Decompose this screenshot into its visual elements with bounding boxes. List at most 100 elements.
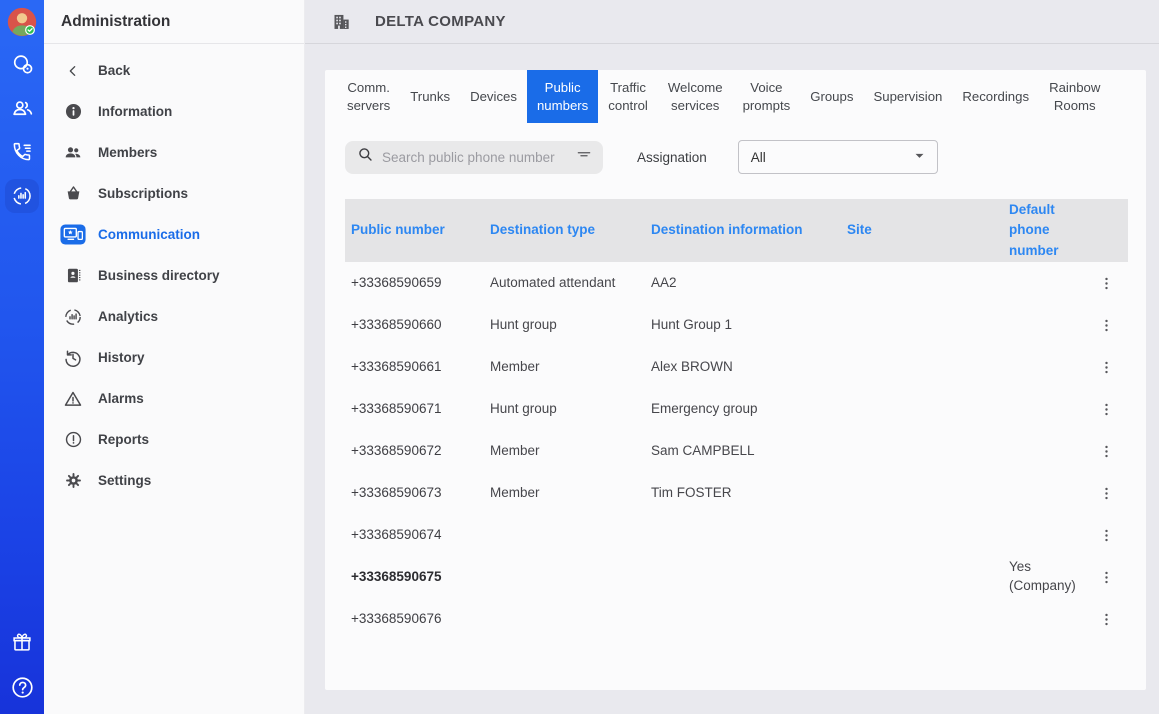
tab[interactable]: Welcome services bbox=[658, 70, 733, 123]
sidebar-item[interactable]: Back bbox=[44, 50, 304, 91]
column-header[interactable]: Default phone number bbox=[1009, 200, 1094, 261]
table-row: +33368590676 bbox=[345, 598, 1128, 640]
tab[interactable]: Comm. servers bbox=[337, 70, 400, 123]
caret-down-icon bbox=[910, 146, 929, 168]
channels-icon[interactable] bbox=[5, 179, 39, 213]
tab-label: Trunks bbox=[410, 88, 450, 105]
tab[interactable]: Supervision bbox=[863, 70, 952, 123]
subscriptions-icon bbox=[60, 184, 86, 203]
tab[interactable]: Traffic control bbox=[598, 70, 658, 123]
column-header[interactable]: Public number bbox=[351, 220, 490, 240]
row-menu-icon[interactable] bbox=[1095, 398, 1118, 421]
cell-public-number: +33368590672 bbox=[351, 442, 490, 461]
cell-public-number: +33368590660 bbox=[351, 316, 490, 335]
communication-icon bbox=[60, 224, 86, 245]
search-field[interactable] bbox=[345, 141, 603, 174]
sidebar-item-label: Information bbox=[98, 104, 172, 119]
cell-destination-information: Hunt Group 1 bbox=[651, 316, 847, 335]
table-row: +33368590660 Hunt group Hunt Group 1 bbox=[345, 304, 1128, 346]
assignation-value: All bbox=[751, 150, 766, 165]
settings-icon bbox=[60, 471, 86, 490]
row-menu-icon[interactable] bbox=[1095, 440, 1118, 463]
tab-label: Rainbow Rooms bbox=[1049, 79, 1100, 114]
sidebar-nav: Back Information Members Subscriptions bbox=[44, 44, 304, 501]
column-header[interactable]: Destination type bbox=[490, 220, 651, 240]
help-icon[interactable] bbox=[5, 670, 39, 704]
tab-label: Recordings bbox=[962, 88, 1029, 105]
row-menu-icon[interactable] bbox=[1095, 482, 1118, 505]
company-header: DELTA COMPANY bbox=[305, 0, 1159, 44]
cell-public-number: +33368590673 bbox=[351, 484, 490, 503]
user-avatar[interactable] bbox=[7, 7, 37, 37]
sidebar-item-label: Reports bbox=[98, 432, 149, 447]
app-window: Administration Back Information Members bbox=[0, 0, 1159, 714]
building-icon bbox=[331, 11, 352, 32]
sidebar-item[interactable]: Communication bbox=[44, 214, 304, 255]
row-menu-icon[interactable] bbox=[1095, 356, 1118, 379]
search-input[interactable] bbox=[382, 150, 575, 165]
reports-icon bbox=[60, 430, 86, 449]
alarms-icon bbox=[60, 389, 86, 409]
row-menu-icon[interactable] bbox=[1095, 272, 1118, 295]
cell-destination-type: Member bbox=[490, 358, 651, 377]
tab[interactable]: Groups bbox=[800, 70, 863, 123]
analytics-icon bbox=[60, 307, 86, 327]
sidebar-item[interactable]: Information bbox=[44, 91, 304, 132]
table-row: +33368590659 Automated attendant AA2 bbox=[345, 262, 1128, 304]
cell-row-actions bbox=[1094, 524, 1128, 547]
cell-destination-information: Alex BROWN bbox=[651, 358, 847, 377]
tab[interactable]: Public numbers bbox=[527, 70, 598, 123]
cell-row-actions bbox=[1094, 608, 1128, 631]
cell-destination-information: Sam CAMPBELL bbox=[651, 442, 847, 461]
cell-destination-type: Member bbox=[490, 442, 651, 461]
cell-public-number: +33368590674 bbox=[351, 526, 490, 545]
tab[interactable]: Voice prompts bbox=[733, 70, 801, 123]
company-name: DELTA COMPANY bbox=[375, 13, 506, 30]
tab[interactable]: Rainbow Rooms bbox=[1039, 70, 1110, 123]
members-icon bbox=[60, 143, 86, 163]
tab-label: Groups bbox=[810, 88, 853, 105]
conversations-icon[interactable] bbox=[5, 47, 39, 81]
sidebar-item-label: Alarms bbox=[98, 391, 144, 406]
sidebar-title: Administration bbox=[61, 13, 170, 31]
sidebar-item[interactable]: Settings bbox=[44, 460, 304, 501]
cell-public-number: +33368590661 bbox=[351, 358, 490, 377]
row-menu-icon[interactable] bbox=[1095, 566, 1118, 589]
business-directory-icon bbox=[60, 266, 86, 285]
sidebar-item[interactable]: Business directory bbox=[44, 255, 304, 296]
cell-row-actions bbox=[1094, 356, 1128, 379]
contacts-icon[interactable] bbox=[5, 91, 39, 125]
column-header[interactable]: Site bbox=[847, 220, 1009, 240]
column-header[interactable]: Destination information bbox=[651, 220, 847, 240]
sidebar-item-label: Back bbox=[98, 63, 130, 78]
sidebar-item[interactable]: History bbox=[44, 337, 304, 378]
tab[interactable]: Recordings bbox=[952, 70, 1039, 123]
content-card: Comm. servers Trunks Devices Public numb… bbox=[325, 70, 1146, 690]
sidebar-item-label: Communication bbox=[98, 227, 200, 242]
tab[interactable]: Trunks bbox=[400, 70, 460, 123]
filter-icon[interactable] bbox=[575, 146, 593, 169]
cell-destination-information: Tim FOSTER bbox=[651, 484, 847, 503]
sidebar-item[interactable]: Members bbox=[44, 132, 304, 173]
assignation-select[interactable]: All bbox=[738, 140, 938, 174]
cell-destination-type: Hunt group bbox=[490, 400, 651, 419]
tab-label: Supervision bbox=[873, 88, 942, 105]
table-body: +33368590659 Automated attendant AA2 +33… bbox=[325, 262, 1146, 690]
sidebar-item-label: Analytics bbox=[98, 309, 158, 324]
sidebar-item-label: History bbox=[98, 350, 145, 365]
calls-icon[interactable] bbox=[5, 135, 39, 169]
gift-icon[interactable] bbox=[5, 626, 39, 660]
cell-destination-type: Hunt group bbox=[490, 316, 651, 335]
row-menu-icon[interactable] bbox=[1095, 524, 1118, 547]
cell-row-actions bbox=[1094, 482, 1128, 505]
table-row: +33368590661 Member Alex BROWN bbox=[345, 346, 1128, 388]
sidebar-item[interactable]: Subscriptions bbox=[44, 173, 304, 214]
tab[interactable]: Devices bbox=[460, 70, 527, 123]
cell-public-number: +33368590659 bbox=[351, 274, 490, 293]
sidebar-item[interactable]: Alarms bbox=[44, 378, 304, 419]
row-menu-icon[interactable] bbox=[1095, 608, 1118, 631]
tab-label: Traffic control bbox=[608, 79, 648, 114]
sidebar-item[interactable]: Analytics bbox=[44, 296, 304, 337]
row-menu-icon[interactable] bbox=[1095, 314, 1118, 337]
sidebar-item[interactable]: Reports bbox=[44, 419, 304, 460]
